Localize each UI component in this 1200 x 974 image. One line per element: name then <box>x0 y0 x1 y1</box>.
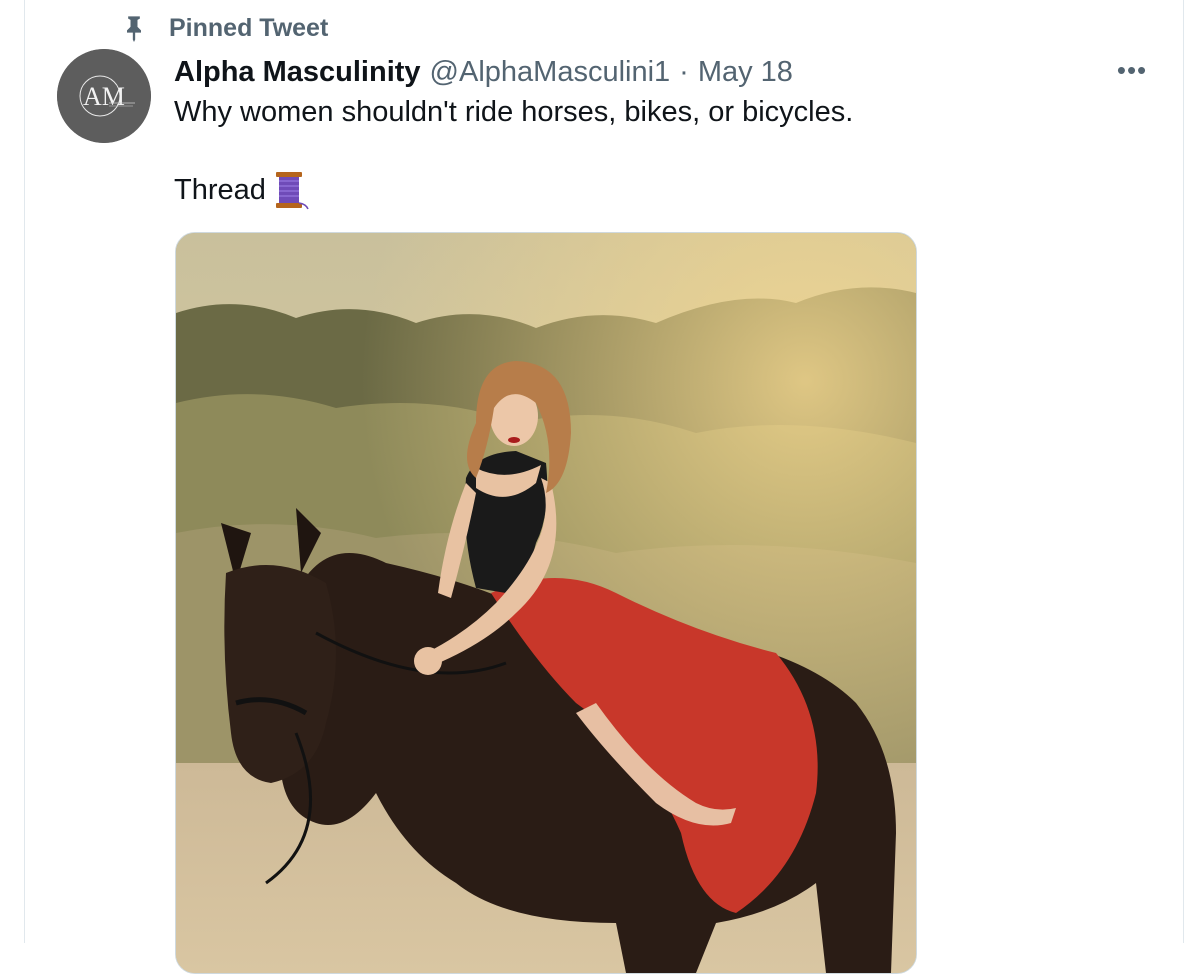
tweet-thread-line: Thread <box>174 170 310 210</box>
header-separator: · <box>679 55 689 88</box>
tweet-date[interactable]: May 18 <box>698 56 793 89</box>
display-name[interactable]: Alpha Masculinity <box>174 56 421 89</box>
tweet-photo[interactable] <box>175 232 917 974</box>
avatar-initials: AM <box>83 82 125 111</box>
more-options-icon[interactable]: ••• <box>1114 52 1150 88</box>
spool-of-thread-icon <box>274 170 310 210</box>
tweet-header: Alpha Masculinity @AlphaMasculini1 · May… <box>174 52 793 92</box>
user-handle[interactable]: @AlphaMasculini1 <box>430 56 671 89</box>
pin-icon <box>120 14 148 42</box>
tweet-text: Why women shouldn't ride horses, bikes, … <box>174 96 854 128</box>
avatar[interactable]: AM <box>57 49 151 143</box>
pinned-tweet-indicator: Pinned Tweet <box>120 8 328 48</box>
thread-label: Thread <box>174 174 266 206</box>
pinned-tweet-label: Pinned Tweet <box>169 13 329 42</box>
